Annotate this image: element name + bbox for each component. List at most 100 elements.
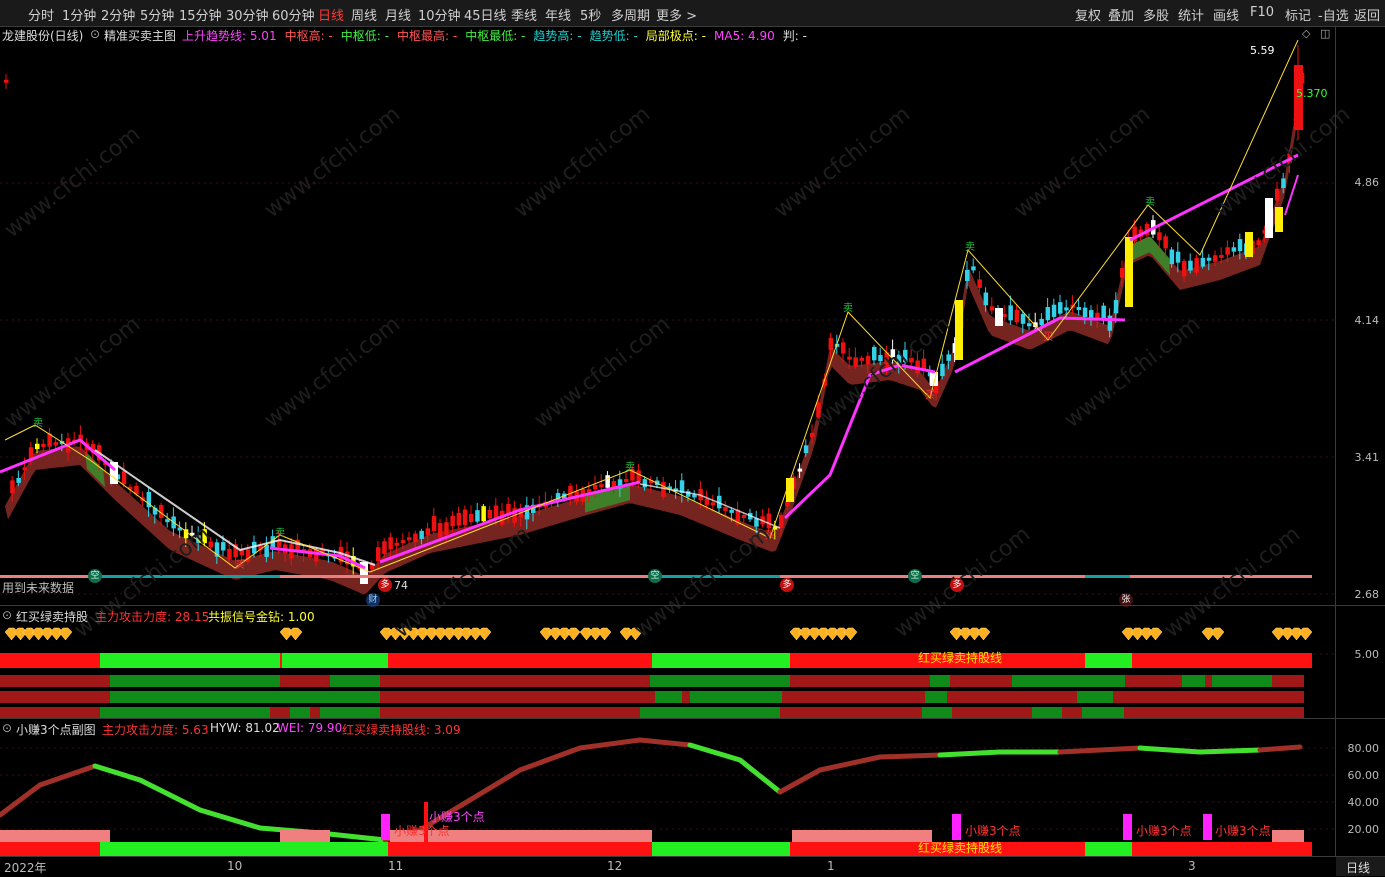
candle-body — [10, 480, 15, 494]
signal-bar — [952, 814, 961, 840]
candle-body — [493, 505, 499, 519]
legend-item: 中枢高: - — [284, 29, 333, 43]
panel2-bar-label: 红买绿卖持股线 — [918, 651, 1003, 665]
kline-chart[interactable]: 卖卖卖卖卖卖买买买买 — [0, 0, 1385, 876]
future-data-note: 用到未来数据 — [2, 581, 75, 595]
panel-divider[interactable] — [0, 605, 1385, 606]
candle-body — [41, 443, 46, 447]
candle-body — [624, 478, 629, 482]
collapse-icon[interactable]: ⊙ — [2, 608, 12, 622]
legend-item: 上升趋势线: 5.01 — [182, 29, 277, 43]
more-signal-badge: 多 — [950, 578, 964, 592]
state-stripe — [782, 691, 925, 703]
state-stripe — [330, 675, 380, 687]
window-toggle-icon[interactable]: ◫ — [1320, 27, 1330, 40]
indicator-name[interactable]: 精准买卖主图 — [104, 27, 176, 44]
candle-body — [227, 549, 232, 560]
candle-body — [1206, 257, 1212, 261]
state-stripe — [0, 675, 110, 687]
state-stripe — [655, 691, 682, 703]
state-stripe — [690, 691, 782, 703]
y-tick: 80.00 — [1347, 742, 1380, 755]
date-axis — [0, 856, 1385, 877]
candle-body — [1039, 318, 1044, 326]
wave-curve — [777, 767, 823, 795]
state-stripe — [110, 691, 380, 703]
candle-body — [741, 514, 747, 518]
diamond-signal — [976, 627, 991, 641]
y-tick: 2.68 — [1354, 588, 1380, 601]
hold-bar — [0, 653, 100, 668]
y-tick: 4.86 — [1354, 176, 1380, 189]
candle-body — [599, 484, 604, 488]
diamond-icon[interactable]: ◇ — [1302, 27, 1310, 40]
y-tick: 40.00 — [1347, 796, 1380, 809]
candle-body — [475, 510, 480, 522]
candle-body — [1107, 315, 1113, 331]
hold-bar — [100, 653, 280, 668]
candle-body — [859, 357, 865, 361]
panel3-title[interactable]: 小赚3个点副图 — [16, 721, 96, 738]
candle-body — [264, 544, 269, 557]
candle-body — [1045, 307, 1051, 321]
candle-body — [165, 519, 170, 523]
diamond-signal — [1148, 627, 1163, 641]
candle-body — [803, 445, 809, 454]
candle-body — [810, 432, 815, 438]
signal-marker: 卖 — [625, 461, 635, 473]
period-switch-label[interactable]: 日线 — [1346, 859, 1370, 876]
count-label: 74 — [394, 579, 408, 592]
candle-body — [828, 337, 834, 351]
candle-body — [1058, 302, 1063, 314]
panel2-legend-diamond: 共振信号金钻: 1.00 — [208, 610, 315, 624]
y-tick: 4.14 — [1354, 314, 1380, 327]
candle-body — [22, 467, 28, 471]
candle-body — [872, 346, 877, 361]
diamond-signal — [843, 627, 858, 641]
candle-body — [376, 547, 381, 562]
candle-body — [462, 509, 468, 526]
candle-body — [766, 513, 772, 529]
candle-body — [419, 530, 424, 539]
collapse-icon[interactable]: ⊙ — [2, 721, 12, 735]
candle-body — [841, 342, 846, 354]
state-stripe — [1012, 675, 1125, 687]
date-tick: 1 — [827, 859, 835, 873]
date-tick: 11 — [388, 859, 404, 873]
signal-marker: 卖 — [33, 417, 43, 429]
diamond-signal — [58, 627, 73, 641]
candle-body — [779, 514, 784, 528]
candle-body — [1113, 300, 1119, 314]
state-stripe — [930, 675, 950, 687]
state-stripe — [1113, 691, 1304, 703]
candle-body — [977, 279, 982, 288]
state-stripe — [1212, 675, 1272, 687]
candle-body — [1213, 255, 1218, 262]
panel2-title[interactable]: 红买绿卖持股 — [16, 608, 88, 625]
candle-body — [1265, 198, 1273, 238]
signal-label: 小赚3个点 — [1136, 824, 1192, 838]
legend-item: MA5: 4.90 — [714, 29, 775, 43]
hold-bar — [1132, 842, 1312, 856]
signal-marker: 卖 — [1145, 196, 1155, 208]
candle-body — [983, 292, 989, 306]
diamond-signal — [1298, 627, 1313, 641]
price-high-label: 5.59 — [1250, 44, 1275, 57]
candle-body — [1125, 237, 1133, 307]
candle-body — [438, 523, 443, 538]
chevron-down-icon[interactable]: ⊙ — [90, 27, 100, 41]
panel-divider[interactable] — [0, 718, 1385, 719]
signal-label: 小赚3个点 — [429, 810, 485, 824]
signal-label: 小赚3个点 — [1215, 824, 1271, 838]
candle-body — [1182, 260, 1187, 277]
candle-body — [642, 479, 648, 488]
panel3-bar-label: 红买绿卖持股线 — [918, 841, 1003, 855]
empty-signal-badge: 空 — [88, 569, 102, 583]
wave-curve — [577, 737, 643, 751]
candle-body — [729, 509, 734, 513]
legend-item: 判: - — [782, 29, 807, 43]
band-segment — [280, 830, 330, 842]
hold-bar — [652, 653, 790, 668]
state-stripe — [790, 675, 930, 687]
candle-body — [1120, 268, 1125, 278]
